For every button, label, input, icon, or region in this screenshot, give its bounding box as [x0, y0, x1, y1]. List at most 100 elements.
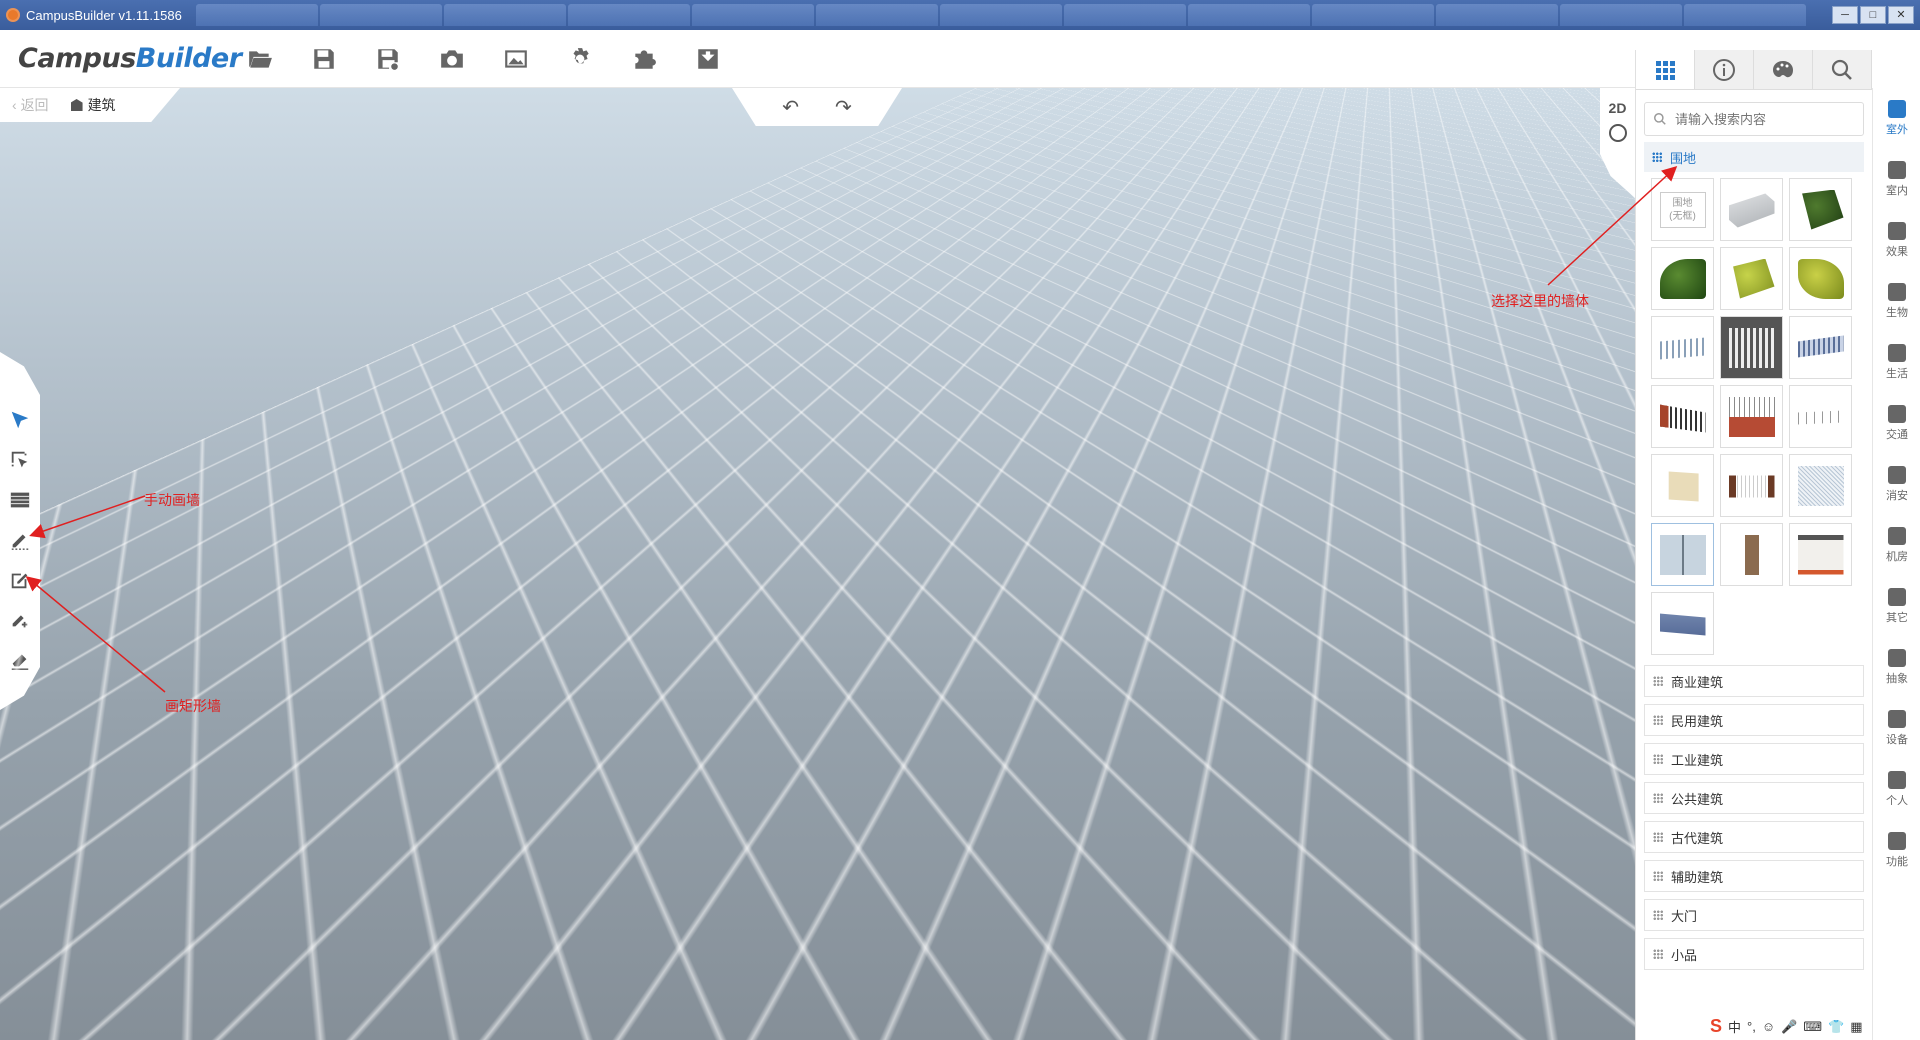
more-icon: [1888, 588, 1906, 606]
tab-style[interactable]: [1754, 50, 1813, 89]
background-tab[interactable]: [692, 4, 814, 26]
open-button[interactable]: [228, 39, 292, 79]
keyboard-icon[interactable]: ⌨: [1803, 1019, 1822, 1035]
thumbnail-mesh-wall[interactable]: [1789, 454, 1852, 517]
background-tab[interactable]: [1312, 4, 1434, 26]
sidenav-indoor[interactable]: 室内: [1873, 149, 1920, 210]
sidenav-fire[interactable]: 消安: [1873, 454, 1920, 515]
thumbnail-hedge-dark[interactable]: [1789, 178, 1852, 241]
skin-icon[interactable]: 👕: [1828, 1019, 1844, 1035]
thumbnail-hedge-yellow-curve[interactable]: [1789, 247, 1852, 310]
thumbnail-picket-fence[interactable]: [1720, 316, 1783, 379]
thumbnail-glass-door[interactable]: [1651, 523, 1714, 586]
background-tab[interactable]: [1064, 4, 1186, 26]
background-tab[interactable]: [1684, 4, 1806, 26]
window-titlebar: CampusBuilder v1.11.1586 ─ □ ✕: [0, 0, 1920, 30]
toolbox-icon[interactable]: ▦: [1850, 1019, 1862, 1035]
sidenav-functions[interactable]: 功能: [1873, 820, 1920, 881]
thumbnail-blue-rail[interactable]: [1789, 316, 1852, 379]
thumbnail-blue-wall[interactable]: [1651, 592, 1714, 655]
thumbnail-wood-pillar[interactable]: [1720, 523, 1783, 586]
sidenav-personal[interactable]: 个人: [1873, 759, 1920, 820]
background-tab[interactable]: [940, 4, 1062, 26]
category-item[interactable]: 工业建筑: [1644, 743, 1864, 775]
draw-wall-tool[interactable]: [0, 520, 40, 560]
category-item[interactable]: 古代建筑: [1644, 821, 1864, 853]
wall-list-tool[interactable]: [0, 480, 40, 520]
sidenav-devices[interactable]: 设备: [1873, 698, 1920, 759]
background-tab[interactable]: [320, 4, 442, 26]
back-button[interactable]: ‹ 返回: [12, 95, 49, 115]
thumbnail-hedge-yellow[interactable]: [1720, 247, 1783, 310]
breadcrumb-current[interactable]: 建筑: [70, 95, 116, 115]
mic-icon[interactable]: 🎤: [1781, 1019, 1797, 1035]
2d-toggle-button[interactable]: 2D: [1600, 100, 1635, 116]
tab-library[interactable]: [1636, 50, 1695, 89]
tab-search[interactable]: [1813, 50, 1872, 89]
thumbnail-brick-rail[interactable]: [1720, 385, 1783, 448]
category-label: 大门: [1671, 908, 1698, 924]
sidenav-server-room[interactable]: 机房: [1873, 515, 1920, 576]
drag-handle-icon: [1653, 949, 1663, 959]
background-tab[interactable]: [444, 4, 566, 26]
sidenav-life[interactable]: 生活: [1873, 332, 1920, 393]
sidenav-abstract[interactable]: 抽象: [1873, 637, 1920, 698]
draw-rect-wall-tool[interactable]: [0, 560, 40, 600]
screenshot-button[interactable]: [420, 39, 484, 79]
category-item[interactable]: 大门: [1644, 899, 1864, 931]
thumbnail-fence-white[interactable]: [1651, 316, 1714, 379]
emoji-icon[interactable]: ☺: [1762, 1019, 1775, 1034]
settings-button[interactable]: [548, 39, 612, 79]
search-input[interactable]: [1675, 111, 1845, 127]
thumbnail-concrete-wall[interactable]: [1720, 178, 1783, 241]
category-open-header[interactable]: 围地: [1644, 142, 1864, 172]
box-select-tool[interactable]: [0, 440, 40, 480]
tab-info[interactable]: [1695, 50, 1754, 89]
thumbnail-red-wall[interactable]: [1789, 523, 1852, 586]
undo-icon[interactable]: ↶: [782, 95, 799, 120]
maximize-button[interactable]: □: [1860, 6, 1886, 24]
sidenav-traffic[interactable]: 交通: [1873, 393, 1920, 454]
background-tab[interactable]: [568, 4, 690, 26]
category-item[interactable]: 小品: [1644, 938, 1864, 970]
save-button[interactable]: [292, 39, 356, 79]
thumbnail-wood-gate[interactable]: [1720, 454, 1783, 517]
draw-node-tool[interactable]: [0, 600, 40, 640]
background-tab[interactable]: [196, 4, 318, 26]
category-item[interactable]: 商业建筑: [1644, 665, 1864, 697]
thumbnail-iron-fence[interactable]: [1651, 385, 1714, 448]
view-reset-icon[interactable]: [1608, 124, 1627, 142]
category-item[interactable]: 辅助建筑: [1644, 860, 1864, 892]
background-tab[interactable]: [816, 4, 938, 26]
save-as-button[interactable]: [356, 39, 420, 79]
redo-icon[interactable]: ↷: [835, 95, 852, 120]
sogou-icon[interactable]: S: [1710, 1016, 1722, 1037]
thumbnail-thin-rail[interactable]: [1789, 385, 1852, 448]
eraser-tool[interactable]: [0, 640, 40, 680]
thumbnail-wall-blank[interactable]: 围地 (无框): [1651, 178, 1714, 241]
select-tool[interactable]: [0, 400, 40, 440]
background-tab[interactable]: [1560, 4, 1682, 26]
thumbnail-beige-panel[interactable]: [1651, 454, 1714, 517]
scene-canvas[interactable]: [0, 88, 1635, 1040]
close-button[interactable]: ✕: [1888, 6, 1914, 24]
plugins-button[interactable]: [612, 39, 676, 79]
annotation-select-wall: 选择这里的墙体: [1491, 293, 1589, 309]
background-tab[interactable]: [1436, 4, 1558, 26]
category-item[interactable]: 公共建筑: [1644, 782, 1864, 814]
punctuation-icon[interactable]: °,: [1747, 1019, 1756, 1034]
minimize-button[interactable]: ─: [1832, 6, 1858, 24]
ime-mode[interactable]: 中: [1728, 1017, 1741, 1036]
export-button[interactable]: [676, 39, 740, 79]
sidenav-outdoor[interactable]: 室外: [1873, 88, 1920, 149]
thumbnail-hedge-curve[interactable]: [1651, 247, 1714, 310]
sidenav-other[interactable]: 其它: [1873, 576, 1920, 637]
sidenav-label: 消安: [1886, 490, 1908, 502]
sidenav-bio[interactable]: 生物: [1873, 271, 1920, 332]
background-tab[interactable]: [1188, 4, 1310, 26]
image-button[interactable]: [484, 39, 548, 79]
thumbnail-image: [1659, 258, 1706, 299]
ground-grid: [741, 88, 1635, 418]
sidenav-effects[interactable]: 效果: [1873, 210, 1920, 271]
category-item[interactable]: 民用建筑: [1644, 704, 1864, 736]
